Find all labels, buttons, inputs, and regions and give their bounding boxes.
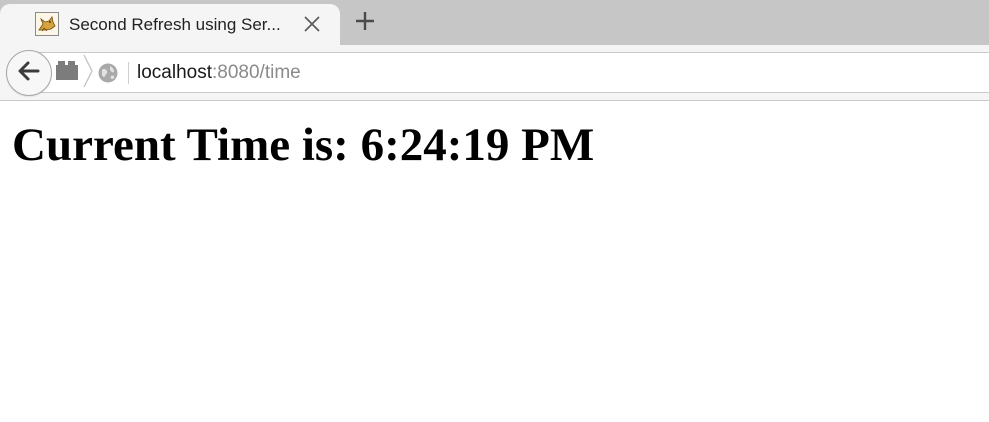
- identity-divider: [82, 53, 94, 89]
- url-text[interactable]: localhost:8080/time: [137, 62, 301, 84]
- url-host: localhost: [137, 62, 212, 83]
- browser-window: Second Refresh using Ser... localhost:80…: [0, 0, 989, 422]
- tab-title: Second Refresh using Ser...: [69, 15, 281, 34]
- globe-icon: [97, 62, 119, 84]
- back-arrow-icon: [16, 58, 42, 89]
- tab-strip: Second Refresh using Ser...: [0, 0, 989, 45]
- page-content: Current Time is: 6:24:19 PM: [0, 102, 989, 422]
- url-separator: [128, 62, 129, 84]
- back-button[interactable]: [6, 50, 52, 96]
- navigation-toolbar: localhost:8080/time: [0, 45, 989, 101]
- page-heading: Current Time is: 6:24:19 PM: [12, 119, 595, 171]
- url-path: :8080/time: [212, 62, 301, 83]
- new-tab-button[interactable]: [350, 8, 380, 38]
- plus-icon: [354, 10, 376, 37]
- site-identity-icon[interactable]: [55, 58, 79, 82]
- close-icon[interactable]: [299, 11, 325, 37]
- tomcat-icon: [35, 12, 59, 36]
- tab-active[interactable]: Second Refresh using Ser...: [0, 4, 340, 45]
